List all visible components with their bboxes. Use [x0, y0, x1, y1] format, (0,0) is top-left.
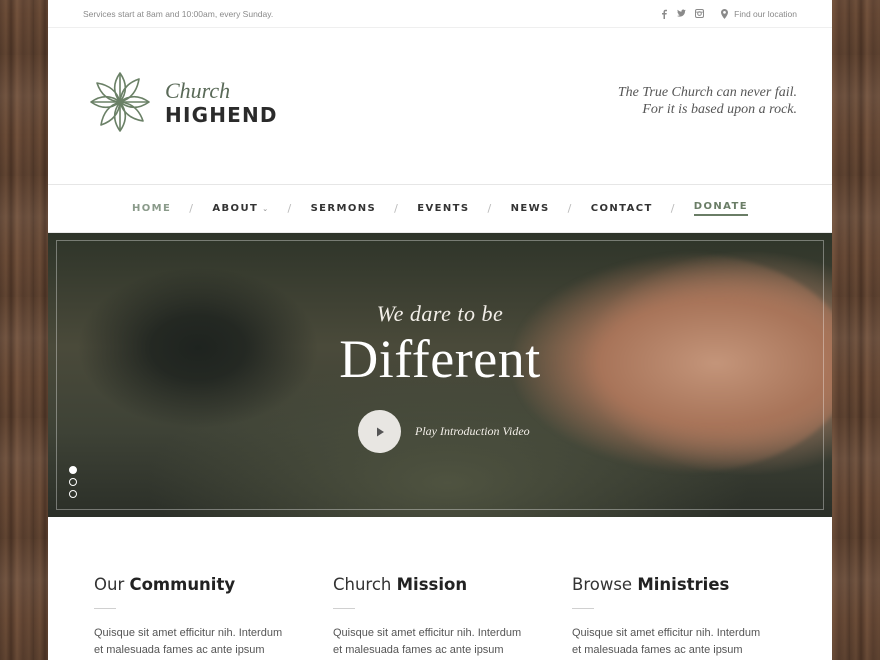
- heading-divider: [333, 608, 355, 609]
- column-mission: Church Mission Quisque sit amet efficitu…: [333, 575, 532, 660]
- chevron-down-icon: ⌄: [262, 204, 270, 213]
- slider-dot-3[interactable]: [69, 490, 77, 498]
- map-pin-icon: [720, 8, 729, 19]
- play-video-link[interactable]: Play Introduction Video: [358, 410, 530, 453]
- heading-light: Browse: [572, 575, 633, 594]
- twitter-icon[interactable]: [677, 9, 687, 18]
- heading-light: Our: [94, 575, 125, 594]
- facebook-icon[interactable]: [659, 9, 668, 19]
- hero-subtitle: We dare to be: [376, 301, 504, 326]
- nav-item-home[interactable]: HOME: [132, 203, 171, 214]
- slider-dot-2[interactable]: [69, 478, 77, 486]
- header-tagline: The True Church can never fail. For it i…: [618, 84, 797, 118]
- column-heading: Browse Ministries: [572, 575, 771, 594]
- slider-dot-1[interactable]: [69, 466, 77, 474]
- services-text: Services start at 8am and 10:00am, every…: [83, 8, 274, 19]
- nav-separator: /: [189, 202, 195, 215]
- nav-item-contact[interactable]: CONTACT: [591, 203, 653, 214]
- nav-separator: /: [670, 202, 676, 215]
- hero-slider: We dare to be Different Play Introductio…: [48, 233, 832, 517]
- heading-bold: Mission: [396, 575, 468, 594]
- nav-item-events[interactable]: EVENTS: [417, 203, 469, 214]
- column-heading: Church Mission: [333, 575, 532, 594]
- nav-item-about[interactable]: ABOUT ⌄: [212, 203, 269, 214]
- nav-separator: /: [567, 202, 573, 215]
- find-location-link[interactable]: Find our location: [720, 8, 797, 19]
- column-text: Quisque sit amet efficitur nih. Interdum…: [94, 627, 283, 656]
- nav-item-news[interactable]: NEWS: [511, 203, 550, 214]
- logo-script-text: Church: [165, 77, 231, 103]
- heading-light: Church: [333, 575, 392, 594]
- play-icon: [376, 427, 384, 436]
- top-bar-right: Find our location: [659, 8, 797, 19]
- heading-divider: [572, 608, 594, 609]
- column-text: Quisque sit amet efficitur nih. Interdum…: [572, 627, 761, 656]
- play-button[interactable]: [358, 410, 401, 453]
- column-heading: Our Community: [94, 575, 293, 594]
- page: Services start at 8am and 10:00am, every…: [48, 0, 832, 660]
- column-ministries: Browse Ministries Quisque sit amet effic…: [572, 575, 771, 660]
- nav-item-donate[interactable]: DONATE: [693, 201, 748, 216]
- heading-bold: Ministries: [637, 575, 730, 594]
- site-logo[interactable]: Church HIGHEND: [83, 65, 278, 139]
- top-bar: Services start at 8am and 10:00am, every…: [48, 0, 832, 28]
- find-location-label: Find our location: [734, 8, 797, 19]
- nav-separator: /: [287, 202, 293, 215]
- nav-item-about-label: ABOUT: [212, 203, 259, 214]
- tagline-line-2: For it is based upon a rock.: [642, 102, 797, 117]
- play-video-label: Play Introduction Video: [415, 424, 530, 438]
- main-nav: HOME / ABOUT ⌄ / SERMONS / EVENTS / NEWS…: [48, 185, 832, 233]
- column-community: Our Community Quisque sit amet efficitur…: [94, 575, 293, 660]
- hero-title: Different: [339, 329, 541, 389]
- cross-flower-logo-icon: [90, 72, 150, 132]
- instagram-icon[interactable]: [695, 9, 705, 18]
- slider-dots: [69, 466, 77, 498]
- heading-divider: [94, 608, 116, 609]
- tagline-line-1: The True Church can never fail.: [617, 85, 797, 100]
- nav-separator: /: [487, 202, 493, 215]
- feature-columns: Our Community Quisque sit amet efficitur…: [48, 575, 832, 660]
- nav-item-sermons[interactable]: SERMONS: [311, 203, 377, 214]
- nav-separator: /: [394, 202, 400, 215]
- social-links: [659, 9, 705, 19]
- heading-bold: Community: [129, 575, 236, 594]
- column-text: Quisque sit amet efficitur nih. Interdum…: [333, 627, 522, 656]
- logo-name-text: HIGHEND: [165, 102, 278, 127]
- logo-wordmark: Church HIGHEND: [165, 77, 278, 127]
- site-header: Church HIGHEND The True Church can never…: [48, 28, 832, 185]
